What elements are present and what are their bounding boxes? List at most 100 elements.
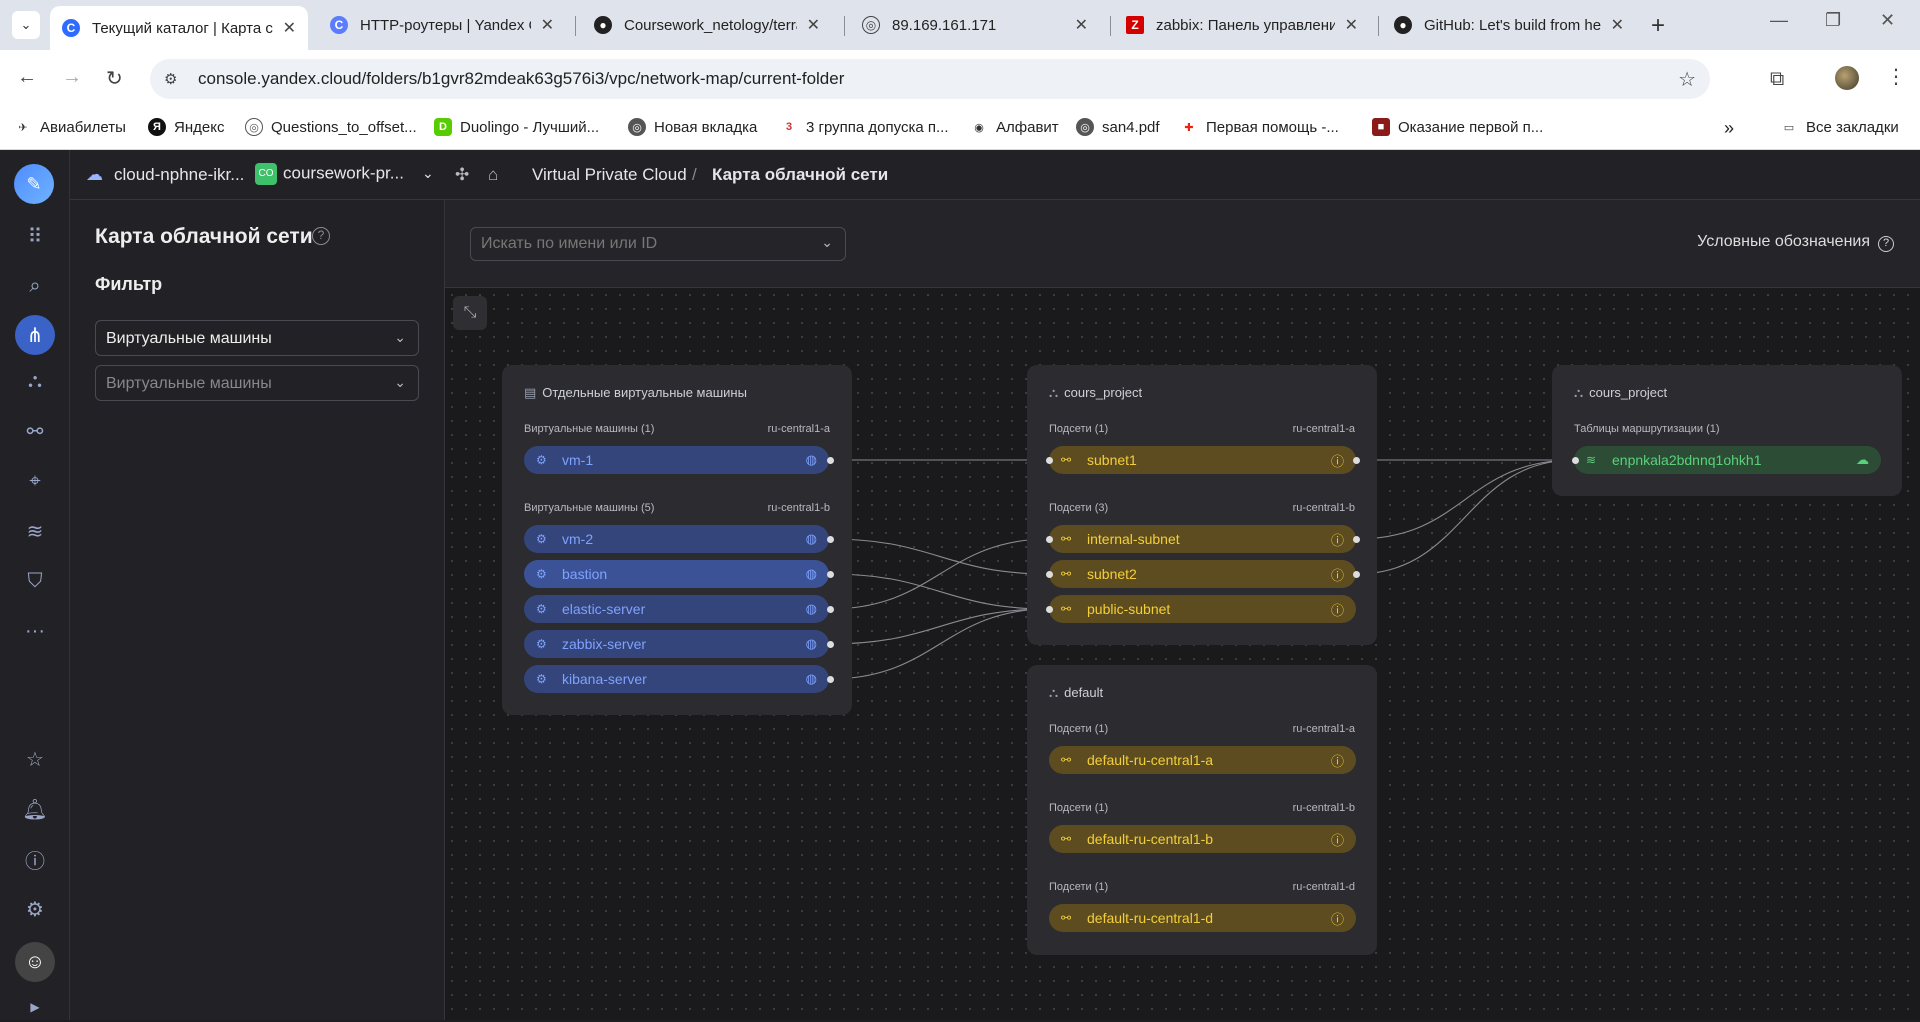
location-icon[interactable]: ⌖	[20, 466, 50, 496]
section-label: Таблицы маршрутизации (1)	[1574, 423, 1720, 435]
network-icon[interactable]: ⛬	[20, 366, 50, 396]
site-settings-icon[interactable]: ⚙	[164, 70, 186, 88]
restore-window-button[interactable]: ❐	[1825, 10, 1841, 31]
search-input[interactable]: Искать по имени или ID ⌄	[470, 227, 846, 261]
profile-avatar[interactable]	[1835, 66, 1859, 90]
tab-coursework[interactable]: ● Coursework_netology/terra ✕	[582, 7, 832, 43]
vm-icon: ⚙	[536, 602, 547, 616]
bookmark-item[interactable]: ◎ Questions_to_offset...	[245, 118, 417, 136]
subnet-node[interactable]: ⚯ public-subnet ⓘ	[1049, 595, 1356, 623]
network-map: Искать по имени или ID ⌄ Условные обозна…	[445, 200, 1920, 1020]
user-avatar[interactable]: ☺	[15, 942, 55, 982]
vm-list-icon: ▤	[524, 385, 537, 400]
breadcrumb-current-page: Карта облачной сети	[712, 165, 889, 184]
bookmark-item[interactable]: ◎ Новая вкладка	[628, 118, 757, 136]
subnet-node[interactable]: ⚯ default-ru-central1-a ⓘ	[1049, 746, 1356, 774]
breadcrumb-service[interactable]: Virtual Private Cloud	[532, 165, 687, 185]
folder-selector[interactable]: CO coursework-pr...	[255, 163, 404, 185]
legend-button[interactable]: Условные обозначения?	[1697, 233, 1894, 252]
close-window-button[interactable]: ✕	[1880, 10, 1895, 31]
github-icon: ●	[1394, 16, 1412, 34]
home-icon[interactable]: ⌂	[488, 165, 498, 185]
url-text[interactable]: console.yandex.cloud/folders/b1gvr82mdea…	[198, 69, 844, 89]
bookmark-item[interactable]: ✚ Первая помощь -...	[1180, 118, 1338, 136]
bookmark-item[interactable]: D Duolingo - Лучший...	[434, 118, 599, 136]
subnet-node[interactable]: ⚯ default-ru-central1-d ⓘ	[1049, 904, 1356, 932]
help-icon[interactable]: ⓘ	[20, 844, 50, 874]
subnet-node[interactable]: ⚯ subnet1 ⓘ	[1049, 446, 1356, 474]
refresh-icon[interactable]: ↻	[106, 66, 123, 91]
tab-ip-address[interactable]: ◎ 89.169.161.171 ✕	[850, 7, 1100, 43]
tab-current-folder[interactable]: C Текущий каталог | Карта с ✕	[50, 6, 308, 50]
network-map-icon[interactable]: ✣	[455, 165, 469, 185]
tab-http-routers[interactable]: C HTTP-роутеры | Yandex Cl ✕	[318, 7, 566, 43]
bookmark-item[interactable]: ◉ Алфавит	[970, 118, 1058, 136]
vm-node[interactable]: ⚙ vm-2 ◍	[524, 525, 829, 553]
tab-search-button[interactable]: ⌄	[12, 11, 40, 39]
more-icon[interactable]: ···	[20, 616, 50, 646]
close-tab-icon[interactable]: ✕	[807, 15, 820, 35]
subnet-node[interactable]: ⚯ internal-subnet ⓘ	[1049, 525, 1356, 553]
forward-icon[interactable]: →	[62, 66, 82, 89]
collapse-icon[interactable]: ⤡	[453, 296, 487, 330]
subnet-node[interactable]: ⚯ default-ru-central1-b ⓘ	[1049, 825, 1356, 853]
help-icon[interactable]: ?	[312, 227, 330, 245]
vm-node[interactable]: ⚙ kibana-server ◍	[524, 665, 829, 693]
all-bookmarks-folder[interactable]: ▭ Все закладки	[1780, 118, 1899, 136]
bookmark-item[interactable]: Я Яндекс	[148, 118, 224, 136]
browser-menu-icon[interactable]: ⋮	[1886, 64, 1906, 89]
map-canvas[interactable]: ⤡ ▤ Отдельные виртуальные машины Виртуаль…	[445, 288, 1920, 1020]
more-bookmarks-icon[interactable]: »	[1724, 118, 1734, 139]
bookmark-item[interactable]: ◎ san4.pdf	[1076, 118, 1160, 136]
grid-icon[interactable]: ⠿	[20, 221, 50, 251]
bookmark-item[interactable]: 3 3 группа допуска п...	[780, 118, 949, 136]
tab-zabbix[interactable]: Z zabbix: Панель управлени ✕	[1114, 7, 1370, 43]
resource-type-select[interactable]: Виртуальные машины ⌄	[95, 320, 419, 356]
warning-icon: ⓘ	[1330, 602, 1344, 618]
close-tab-icon[interactable]: ✕	[1345, 15, 1358, 35]
warning-icon: ⓘ	[1330, 753, 1344, 769]
close-tab-icon[interactable]: ✕	[1075, 15, 1088, 35]
vm-node[interactable]: ⚙ bastion ◍	[524, 560, 829, 588]
star-icon[interactable]: ☆	[20, 744, 50, 774]
gear-icon[interactable]: ⚙	[20, 894, 50, 924]
vm-node[interactable]: ⚙ zabbix-server ◍	[524, 630, 829, 658]
yandex-cloud-logo[interactable]: ✎	[14, 164, 54, 204]
console-header: ☁ cloud-nphne-ikr... CO coursework-pr... …	[70, 150, 1920, 200]
tab-separator	[575, 16, 576, 36]
minimize-window-button[interactable]: —	[1770, 10, 1788, 31]
close-tab-icon[interactable]: ✕	[1611, 15, 1624, 35]
globe-icon: ◎	[628, 118, 646, 136]
tab-github[interactable]: ● GitHub: Let's build from he ✕	[1382, 7, 1636, 43]
close-tab-icon[interactable]: ✕	[541, 15, 554, 35]
subnet-node[interactable]: ⚯ subnet2 ⓘ	[1049, 560, 1356, 588]
new-tab-button[interactable]: +	[1651, 12, 1665, 40]
connector-dot	[1046, 457, 1053, 464]
expand-rail-icon[interactable]: ▶	[20, 992, 50, 1022]
link-vm2-subnet2	[829, 538, 1050, 575]
bookmark-star-icon[interactable]: ☆	[1678, 67, 1696, 92]
network-service-icon[interactable]: ⋔	[15, 315, 55, 355]
globe-icon: ◎	[245, 118, 263, 136]
warning-icon: ⓘ	[1330, 532, 1344, 548]
route-table-node[interactable]: ≋ enpnkala2bdnnq1ohkh1 ☁	[1574, 446, 1881, 474]
github-icon: ●	[594, 16, 612, 34]
vm-icon: ⚙	[536, 532, 547, 546]
extensions-icon[interactable]: ⧉	[1770, 68, 1784, 91]
chevron-down-icon[interactable]: ⌄	[422, 165, 434, 182]
bell-icon[interactable]: 🔔︎	[20, 794, 50, 824]
close-tab-icon[interactable]: ✕	[283, 18, 296, 38]
share-icon[interactable]: ⚯	[20, 416, 50, 446]
resource-filter-select[interactable]: Виртуальные машины ⌄	[95, 365, 419, 401]
cloud-selector[interactable]: cloud-nphne-ikr...	[114, 165, 244, 185]
back-icon[interactable]: ←	[17, 66, 37, 89]
routes-icon[interactable]: ≋	[20, 516, 50, 546]
search-icon[interactable]: ⌕	[20, 271, 50, 301]
bookmark-item[interactable]: ■ Оказание первой п...	[1372, 118, 1543, 136]
address-bar[interactable]: ⚙ console.yandex.cloud/folders/b1gvr82md…	[150, 59, 1710, 99]
shield-icon[interactable]: ⛉	[20, 566, 50, 596]
folder-name: coursework-pr...	[283, 163, 404, 183]
vm-node[interactable]: ⚙ elastic-server ◍	[524, 595, 829, 623]
vm-node[interactable]: ⚙ vm-1 ◍	[524, 446, 829, 474]
bookmark-item[interactable]: ✈ Авиабилеты	[14, 118, 126, 136]
